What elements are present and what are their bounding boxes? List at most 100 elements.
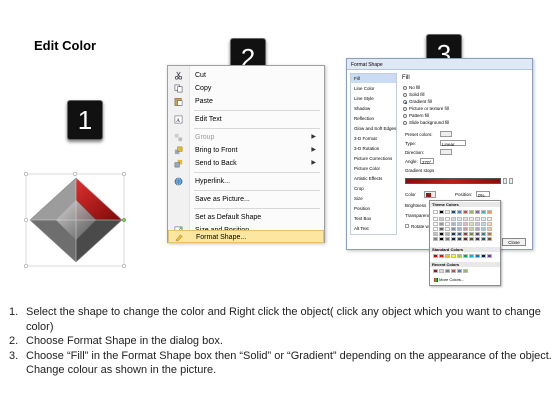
- color-swatch[interactable]: [439, 237, 444, 241]
- category-text-box[interactable]: Text Box: [351, 214, 396, 223]
- category-3d-format[interactable]: 3-D Format: [351, 134, 396, 143]
- color-swatch[interactable]: [475, 217, 480, 221]
- color-swatch[interactable]: [439, 254, 444, 258]
- color-swatch[interactable]: [481, 237, 486, 241]
- color-swatch[interactable]: [433, 227, 438, 231]
- color-swatch[interactable]: [481, 217, 486, 221]
- color-swatch[interactable]: [475, 232, 480, 236]
- color-swatch[interactable]: [469, 227, 474, 231]
- category-fill[interactable]: Fill: [351, 74, 396, 83]
- color-swatch[interactable]: [433, 254, 438, 258]
- color-swatch[interactable]: [433, 237, 438, 241]
- category-line-style[interactable]: Line Style: [351, 94, 396, 103]
- category-artistic-effects[interactable]: Artistic Effects: [351, 174, 396, 183]
- category-size[interactable]: Size: [351, 194, 396, 203]
- color-swatch[interactable]: [457, 227, 462, 231]
- color-swatch[interactable]: [433, 222, 438, 226]
- more-colors-link[interactable]: More Colors...: [434, 277, 464, 282]
- type-dropdown[interactable]: Linear: [440, 140, 466, 147]
- color-picker-button[interactable]: [424, 191, 436, 198]
- selected-diamond-shape[interactable]: [22, 170, 130, 270]
- color-swatch[interactable]: [433, 269, 438, 273]
- slide-background-fill-radio[interactable]: [403, 121, 407, 125]
- color-swatch[interactable]: [439, 232, 444, 236]
- color-swatch[interactable]: [469, 222, 474, 226]
- color-swatch[interactable]: [457, 222, 462, 226]
- no-fill-radio[interactable]: [403, 86, 407, 90]
- color-swatch[interactable]: [463, 222, 468, 226]
- color-swatch[interactable]: [487, 232, 492, 236]
- color-swatch[interactable]: [481, 232, 486, 236]
- color-swatch[interactable]: [463, 210, 468, 214]
- color-swatch[interactable]: [463, 217, 468, 221]
- menu-item-paste[interactable]: Paste: [168, 95, 324, 108]
- rotate-with-shape-checkbox[interactable]: [405, 224, 409, 228]
- close-button[interactable]: Close: [502, 238, 526, 246]
- color-swatch[interactable]: [487, 210, 492, 214]
- category-picture-corrections[interactable]: Picture Corrections: [351, 154, 396, 163]
- menu-item-hyperlink[interactable]: Hyperlink...: [168, 175, 324, 188]
- category-reflection[interactable]: Reflection: [351, 114, 396, 123]
- color-swatch[interactable]: [457, 269, 462, 273]
- menu-item-send-to-back[interactable]: Send to Back ▶: [168, 157, 324, 170]
- color-swatch[interactable]: [439, 269, 444, 273]
- angle-input[interactable]: 270°: [420, 158, 434, 165]
- menu-item-cut[interactable]: Cut: [168, 69, 324, 82]
- color-swatch[interactable]: [439, 227, 444, 231]
- color-swatch[interactable]: [451, 227, 456, 231]
- color-swatch[interactable]: [439, 217, 444, 221]
- color-swatch[interactable]: [451, 217, 456, 221]
- color-swatch[interactable]: [451, 210, 456, 214]
- color-swatch[interactable]: [475, 222, 480, 226]
- color-swatch[interactable]: [469, 217, 474, 221]
- color-swatch[interactable]: [475, 210, 480, 214]
- color-swatch[interactable]: [481, 227, 486, 231]
- color-swatch[interactable]: [475, 227, 480, 231]
- color-swatch[interactable]: [487, 217, 492, 221]
- category-crop[interactable]: Crop: [351, 184, 396, 193]
- color-swatch[interactable]: [439, 222, 444, 226]
- color-swatch[interactable]: [457, 232, 462, 236]
- color-swatch[interactable]: [451, 232, 456, 236]
- color-swatch[interactable]: [469, 254, 474, 258]
- color-swatch[interactable]: [451, 269, 456, 273]
- color-swatch[interactable]: [463, 254, 468, 258]
- color-swatch[interactable]: [445, 217, 450, 221]
- color-swatch[interactable]: [433, 210, 438, 214]
- color-swatch[interactable]: [433, 232, 438, 236]
- color-swatch[interactable]: [469, 210, 474, 214]
- color-swatch[interactable]: [445, 237, 450, 241]
- color-swatch[interactable]: [457, 254, 462, 258]
- color-swatch[interactable]: [475, 254, 480, 258]
- picture-fill-radio[interactable]: [403, 107, 407, 111]
- color-swatch[interactable]: [445, 269, 450, 273]
- color-swatch[interactable]: [445, 222, 450, 226]
- pattern-fill-radio[interactable]: [403, 114, 407, 118]
- preset-colors-dropdown[interactable]: [440, 131, 452, 137]
- category-position[interactable]: Position: [351, 204, 396, 213]
- menu-item-format-shape[interactable]: Format Shape...: [168, 230, 324, 243]
- color-swatch[interactable]: [481, 210, 486, 214]
- direction-dropdown[interactable]: [440, 149, 452, 155]
- menu-item-set-default-shape[interactable]: Set as Default Shape: [168, 211, 324, 224]
- color-swatch[interactable]: [469, 237, 474, 241]
- color-swatch[interactable]: [463, 269, 468, 273]
- color-swatch[interactable]: [451, 254, 456, 258]
- category-3d-rotation[interactable]: 3-D Rotation: [351, 144, 396, 153]
- color-swatch[interactable]: [451, 237, 456, 241]
- color-swatch[interactable]: [481, 222, 486, 226]
- color-swatch[interactable]: [481, 254, 486, 258]
- category-line-color[interactable]: Line Color: [351, 84, 396, 93]
- menu-item-bring-to-front[interactable]: Bring to Front ▶: [168, 144, 324, 157]
- color-swatch[interactable]: [439, 210, 444, 214]
- category-alt-text[interactable]: Alt Text: [351, 224, 396, 233]
- color-swatch[interactable]: [445, 232, 450, 236]
- color-swatch[interactable]: [445, 210, 450, 214]
- menu-item-edit-text[interactable]: A Edit Text: [168, 113, 324, 126]
- color-swatch[interactable]: [487, 254, 492, 258]
- color-swatch[interactable]: [463, 232, 468, 236]
- solid-fill-radio[interactable]: [403, 93, 407, 97]
- color-swatch[interactable]: [463, 237, 468, 241]
- color-swatch[interactable]: [457, 217, 462, 221]
- color-swatch[interactable]: [469, 232, 474, 236]
